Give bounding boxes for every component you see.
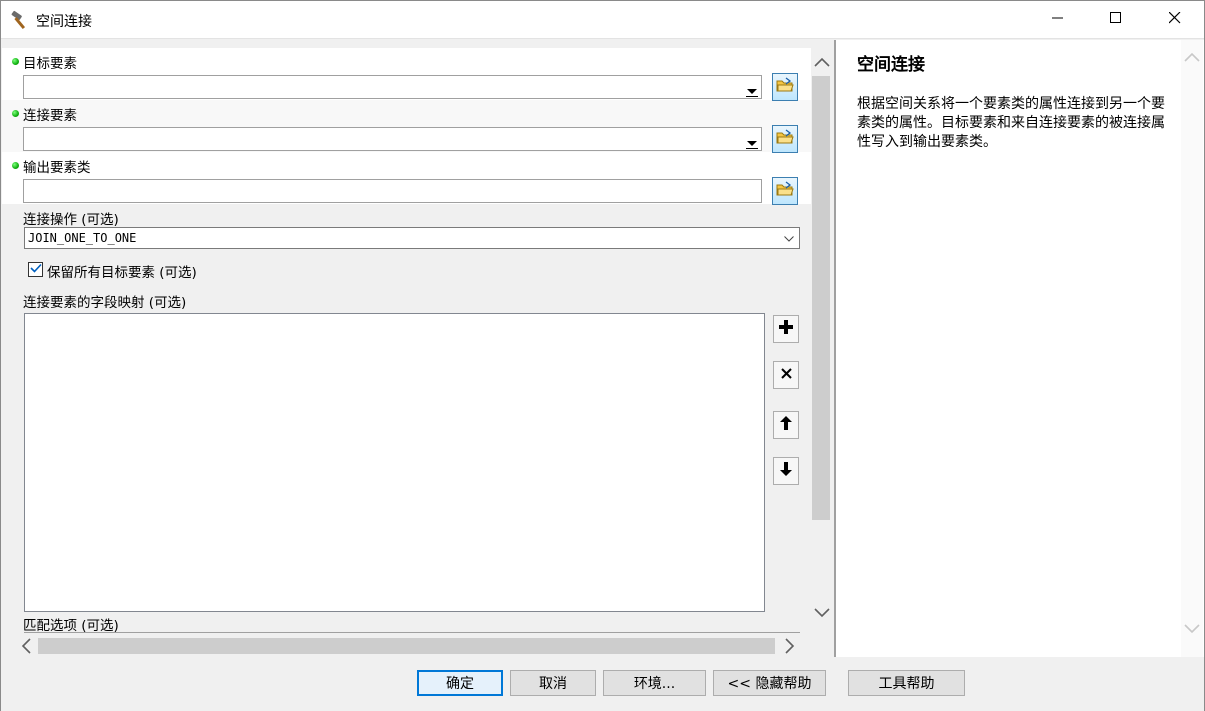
scroll-left-icon[interactable] <box>16 635 36 657</box>
help-title: 空间连接 <box>857 55 925 75</box>
field-map-add-button[interactable] <box>773 315 799 343</box>
dialog-window: 空间连接 目标要素 连接要素 输出要素类 连接操作 (可选) JOIN_ONE_… <box>0 0 1205 711</box>
required-indicator-icon <box>12 58 19 65</box>
required-indicator-icon <box>12 110 19 117</box>
field-map-label: 连接要素的字段映射 (可选) <box>23 295 187 311</box>
hammer-icon <box>10 9 32 31</box>
maximize-button[interactable] <box>1087 1 1145 39</box>
minimize-icon <box>1052 12 1064 28</box>
cancel-button[interactable]: 取消 <box>510 670 596 696</box>
scroll-right-icon[interactable] <box>780 635 800 657</box>
field-map-move-up-button[interactable] <box>773 411 799 439</box>
field-map-move-down-button[interactable] <box>773 457 799 485</box>
field-map-remove-button[interactable] <box>773 361 799 389</box>
scroll-up-icon[interactable] <box>1181 52 1203 70</box>
output-browse-button[interactable] <box>772 177 798 205</box>
ok-button[interactable]: 确定 <box>417 670 503 696</box>
folder-open-icon <box>776 129 794 149</box>
move-up-icon <box>780 416 792 434</box>
title-bar[interactable]: 空间连接 <box>1 1 1204 39</box>
join-operation-value: JOIN_ONE_TO_ONE <box>28 231 137 245</box>
output-feature-class-label: 输出要素类 <box>23 160 91 176</box>
target-features-combo[interactable] <box>23 75 762 99</box>
dialog-footer: 确定 取消 环境... << 隐藏帮助 工具帮助 <box>1 657 1204 711</box>
keep-all-label: 保留所有目标要素 (可选) <box>47 265 197 281</box>
help-pane: 空间连接 根据空间关系将一个要素类的属性连接到另一个要素类的属性。目标要素和来自… <box>836 40 1204 657</box>
horizontal-scroll-thumb[interactable] <box>38 638 775 654</box>
help-vertical-scrollbar[interactable] <box>1181 40 1203 657</box>
chevron-down-icon[interactable] <box>743 77 760 97</box>
tool-help-button[interactable]: 工具帮助 <box>848 670 965 696</box>
close-icon <box>1168 11 1181 28</box>
join-browse-button[interactable] <box>772 125 798 153</box>
maximize-icon <box>1110 12 1122 28</box>
remove-icon <box>780 367 792 383</box>
folder-open-icon <box>776 181 794 201</box>
close-button[interactable] <box>1146 1 1204 39</box>
join-operation-label: 连接操作 (可选) <box>23 212 119 228</box>
field-map-list[interactable] <box>24 313 765 612</box>
match-option-field-edge <box>24 632 800 633</box>
parameters-horizontal-scrollbar[interactable] <box>16 635 800 657</box>
required-indicator-icon <box>12 162 19 169</box>
chevron-down-icon[interactable] <box>743 129 760 149</box>
output-feature-class-input[interactable] <box>23 179 762 203</box>
parameters-vertical-scrollbar[interactable] <box>811 40 833 635</box>
hide-help-button[interactable]: << 隐藏帮助 <box>713 670 826 696</box>
checkmark-icon <box>29 262 42 277</box>
join-operation-select[interactable]: JOIN_ONE_TO_ONE <box>24 227 800 249</box>
match-option-label: 匹配选项 (可选) <box>23 618 119 634</box>
add-icon <box>779 320 793 338</box>
target-features-label: 目标要素 <box>23 56 77 72</box>
scroll-up-icon[interactable] <box>811 51 833 73</box>
join-features-combo[interactable] <box>23 127 762 151</box>
target-browse-button[interactable] <box>772 73 798 101</box>
vertical-scroll-thumb[interactable] <box>812 76 830 520</box>
join-features-label: 连接要素 <box>23 108 77 124</box>
scroll-down-icon[interactable] <box>811 602 833 624</box>
folder-open-icon <box>776 77 794 97</box>
chevron-down-icon[interactable] <box>784 232 794 246</box>
scroll-down-icon[interactable] <box>1181 624 1203 642</box>
minimize-button[interactable] <box>1029 1 1087 39</box>
help-description: 根据空间关系将一个要素类的属性连接到另一个要素类的属性。目标要素和来自连接要素的… <box>857 96 1165 150</box>
window-title: 空间连接 <box>36 14 92 30</box>
move-down-icon <box>780 462 792 480</box>
parameters-pane: 目标要素 连接要素 输出要素类 连接操作 (可选) JOIN_ONE_TO_ON… <box>2 40 833 657</box>
environments-button[interactable]: 环境... <box>603 670 706 696</box>
keep-all-checkbox[interactable] <box>28 262 43 277</box>
